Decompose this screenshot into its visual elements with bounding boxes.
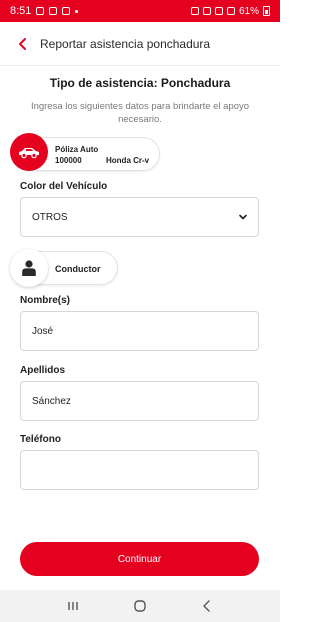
person-icon <box>10 249 48 287</box>
nav-back-icon[interactable] <box>200 599 214 613</box>
last-name-label: Apellidos <box>20 365 66 376</box>
page-title: Reportar asistencia ponchadura <box>40 36 211 51</box>
continue-button[interactable]: Continuar <box>20 542 259 576</box>
alarm-icon <box>190 7 199 15</box>
driver-label: Conductor <box>55 264 101 274</box>
first-name-label: Nombre(s) <box>20 295 71 306</box>
home-icon[interactable] <box>133 599 147 613</box>
battery-icon <box>263 6 270 16</box>
back-arrow-icon <box>19 37 26 50</box>
last-name-value: Sánchez <box>32 395 71 407</box>
signal-icon <box>226 7 235 15</box>
policy-number: 100000 <box>55 156 82 165</box>
notification-icon <box>36 7 45 15</box>
back-button[interactable] <box>6 22 40 66</box>
policy-label: Póliza Auto <box>55 145 99 154</box>
vehicle-color-label: Color del Vehículo <box>20 181 108 192</box>
battery-percent: 61% <box>238 5 259 17</box>
status-left: 8:51 <box>10 5 79 17</box>
more-notifications-icon <box>75 9 79 13</box>
status-right: 61% <box>190 5 270 17</box>
app-bar: Reportar asistencia ponchadura <box>0 22 280 66</box>
last-name-input[interactable]: Sánchez <box>20 381 259 421</box>
mute-icon <box>202 7 211 15</box>
phone-input[interactable] <box>20 450 259 490</box>
chevron-down-icon <box>239 214 247 220</box>
first-name-value: José <box>32 325 54 337</box>
vehicle-color-value: OTROS <box>32 211 68 223</box>
gallery-icon <box>62 7 71 15</box>
status-bar: 8:51 61% <box>0 0 280 22</box>
message-icon <box>49 7 58 15</box>
status-time: 8:51 <box>10 5 32 17</box>
intro-text: Ingresa los siguientes datos para brinda… <box>30 101 250 125</box>
first-name-input[interactable]: José <box>20 311 259 351</box>
phone-label: Teléfono <box>20 434 61 445</box>
recent-apps-icon[interactable] <box>66 599 80 613</box>
vehicle-color-select[interactable]: OTROS <box>20 197 259 237</box>
assistance-type-title: Tipo de asistencia: Ponchadura <box>49 76 231 90</box>
policy-vehicle: Honda Cr-v <box>106 156 150 165</box>
system-nav-bar <box>0 590 280 622</box>
wifi-icon <box>214 7 223 15</box>
car-icon <box>10 133 48 171</box>
